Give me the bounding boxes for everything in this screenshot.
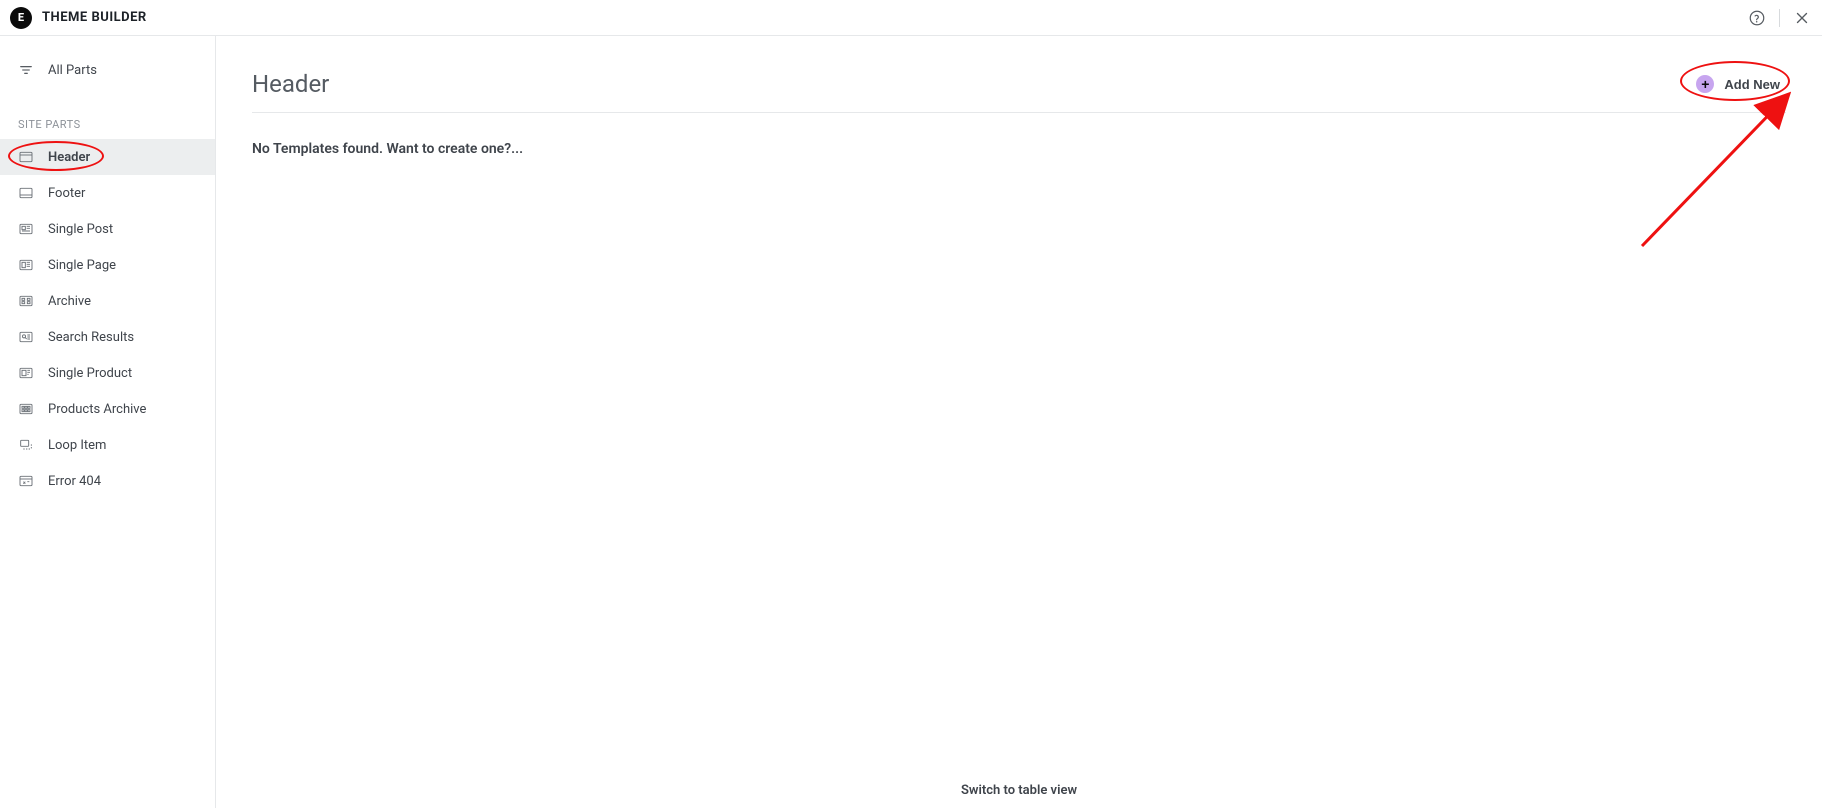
empty-state-message: No Templates found. Want to create one?.… — [252, 141, 1786, 157]
sidebar-item-label: Archive — [48, 294, 91, 309]
help-icon[interactable] — [1747, 8, 1767, 28]
sidebar-all-parts[interactable]: All Parts — [0, 54, 215, 86]
products-archive-icon — [18, 401, 34, 417]
sidebar-item-label: Header — [48, 150, 90, 165]
sidebar-item-single-page[interactable]: Single Page — [0, 247, 215, 283]
sidebar-item-search-results[interactable]: Search Results — [0, 319, 215, 355]
sidebar-item-footer[interactable]: Footer — [0, 175, 215, 211]
sidebar-item-label: Loop Item — [48, 438, 106, 453]
main: Header + Add New No Templates found. Wan… — [216, 36, 1822, 808]
sidebar-item-label: Footer — [48, 186, 85, 201]
sidebar-item-label: Search Results — [48, 330, 134, 345]
single-product-icon — [18, 365, 34, 381]
sidebar-section-label: SITE PARTS — [0, 86, 215, 139]
single-post-icon — [18, 221, 34, 237]
sidebar-item-label: Single Product — [48, 366, 132, 381]
sidebar-item-single-product[interactable]: Single Product — [0, 355, 215, 391]
sidebar-item-label: Error 404 — [48, 474, 101, 489]
search-results-icon — [18, 329, 34, 345]
sidebar-item-loop-item[interactable]: Loop Item — [0, 427, 215, 463]
page-title: Header — [252, 70, 329, 98]
sidebar-item-archive[interactable]: Archive — [0, 283, 215, 319]
sidebar-item-single-post[interactable]: Single Post — [0, 211, 215, 247]
topbar: E THEME BUILDER — [0, 0, 1822, 36]
sidebar-item-label: Single Post — [48, 222, 113, 237]
sidebar-item-header[interactable]: Header — [0, 139, 215, 175]
topbar-right — [1747, 8, 1812, 28]
add-new-label: Add New — [1724, 77, 1780, 92]
sidebar-all-parts-label: All Parts — [48, 63, 97, 78]
main-header: Header + Add New — [252, 70, 1786, 98]
topbar-title: THEME BUILDER — [42, 10, 147, 25]
topbar-separator — [1779, 9, 1780, 27]
single-page-icon — [18, 257, 34, 273]
elementor-logo: E — [10, 7, 32, 29]
add-new-button[interactable]: + Add New — [1690, 71, 1786, 97]
add-new-wrap: + Add New — [1690, 71, 1786, 97]
topbar-left: E THEME BUILDER — [10, 7, 147, 29]
sidebar-item-label: Products Archive — [48, 402, 146, 417]
annotation-arrow — [1612, 76, 1812, 256]
footer-icon — [18, 185, 34, 201]
sidebar: All Parts SITE PARTS Header Footer Singl… — [0, 36, 216, 808]
archive-icon — [18, 293, 34, 309]
header-icon — [18, 149, 34, 165]
close-icon[interactable] — [1792, 8, 1812, 28]
filter-icon — [18, 62, 34, 78]
header-divider — [252, 112, 1786, 113]
sidebar-item-products-archive[interactable]: Products Archive — [0, 391, 215, 427]
error-404-icon — [18, 473, 34, 489]
loop-item-icon — [18, 437, 34, 453]
sidebar-item-label: Single Page — [48, 258, 116, 273]
switch-to-table-view[interactable]: Switch to table view — [961, 783, 1077, 798]
plus-icon: + — [1696, 75, 1714, 93]
sidebar-item-error-404[interactable]: Error 404 — [0, 463, 215, 499]
